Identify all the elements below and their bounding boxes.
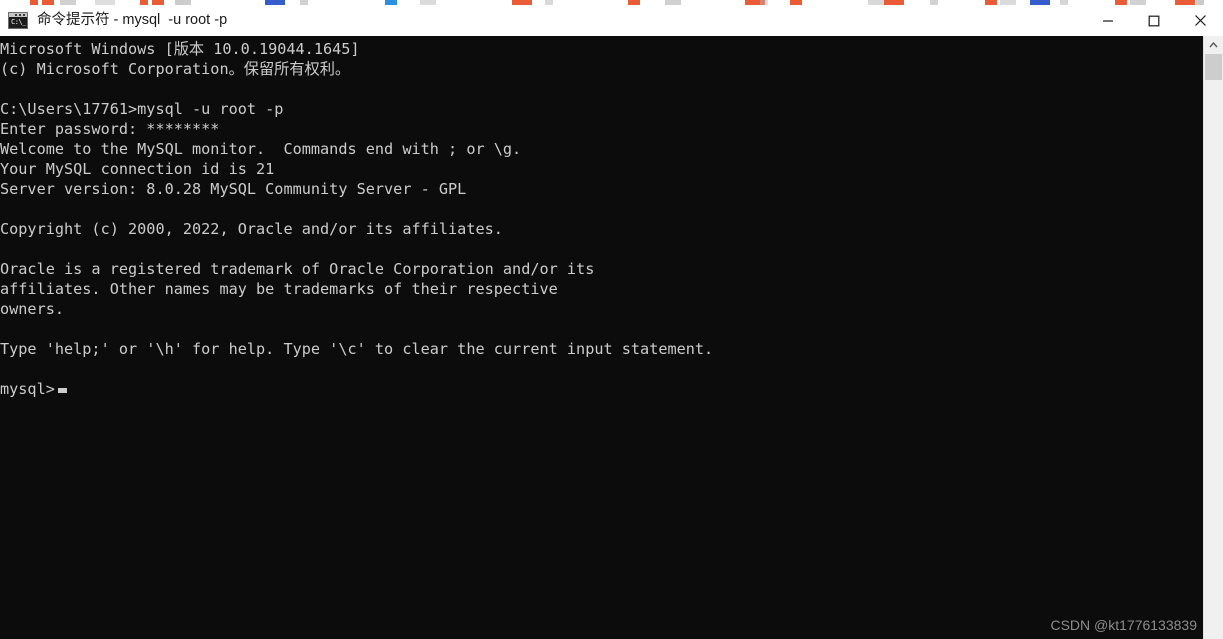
csdn-watermark: CSDN @kt1776133839 bbox=[1050, 617, 1197, 633]
terminal-line: C:\Users\17761>mysql -u root -p bbox=[0, 100, 284, 118]
terminal-line: Welcome to the MySQL monitor. Commands e… bbox=[0, 140, 522, 158]
terminal-line: (c) Microsoft Corporation。保留所有权利。 bbox=[0, 60, 351, 78]
cmd-prompt-icon: C:\_ bbox=[8, 12, 28, 29]
terminal-text: Microsoft Windows [版本 10.0.19044.1645] (c… bbox=[0, 39, 713, 399]
terminal-line: Server version: 8.0.28 MySQL Community S… bbox=[0, 180, 467, 198]
scroll-up-arrow[interactable] bbox=[1204, 36, 1223, 53]
terminal-line: Copyright (c) 2000, 2022, Oracle and/or … bbox=[0, 220, 503, 238]
terminal-line: Oracle is a registered trademark of Orac… bbox=[0, 260, 595, 278]
terminal-line: Microsoft Windows [版本 10.0.19044.1645] bbox=[0, 40, 360, 58]
scrollbar-thumb[interactable] bbox=[1205, 54, 1222, 80]
cmd-icon-titlebar bbox=[9, 13, 27, 17]
terminal-output-area[interactable]: Microsoft Windows [版本 10.0.19044.1645] (c… bbox=[0, 36, 1203, 639]
terminal-line: affiliates. Other names may be trademark… bbox=[0, 280, 558, 298]
minimize-button[interactable] bbox=[1085, 5, 1131, 36]
vertical-scrollbar[interactable] bbox=[1203, 36, 1223, 639]
maximize-button[interactable] bbox=[1131, 5, 1177, 36]
cmd-icon-glyph: C:\_ bbox=[11, 18, 26, 26]
window-titlebar[interactable]: C:\_ 命令提示符 - mysql -u root -p bbox=[0, 5, 1223, 36]
close-button[interactable] bbox=[1177, 5, 1223, 36]
terminal-line: owners. bbox=[0, 300, 65, 318]
text-cursor bbox=[57, 388, 67, 393]
window-title: 命令提示符 - mysql -u root -p bbox=[37, 12, 228, 28]
command-prompt-window: C:\_ 命令提示符 - mysql -u root -p Microsoft … bbox=[0, 5, 1223, 639]
screen: C:\_ 命令提示符 - mysql -u root -p Microsoft … bbox=[0, 0, 1223, 639]
terminal-line: Type 'help;' or '\h' for help. Type '\c'… bbox=[0, 340, 714, 358]
terminal-line: Enter password: ******** bbox=[0, 120, 220, 138]
terminal-line: mysql> bbox=[0, 379, 713, 399]
terminal-line: Your MySQL connection id is 21 bbox=[0, 160, 275, 178]
window-controls bbox=[1085, 5, 1223, 36]
